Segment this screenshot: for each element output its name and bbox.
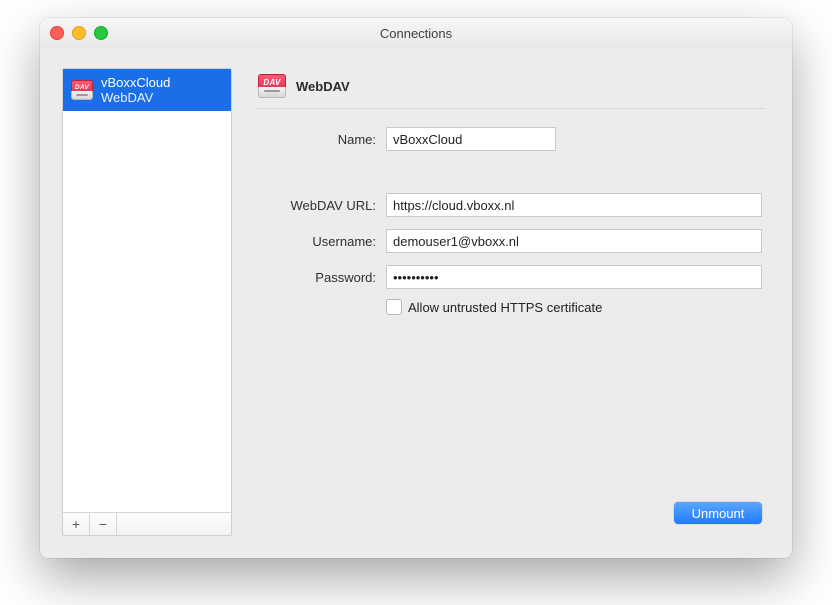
row-password: Password: (260, 265, 762, 289)
webdav-drive-icon: DAV (258, 74, 286, 98)
row-username: Username: (260, 229, 762, 253)
close-icon[interactable] (50, 26, 64, 40)
label-username: Username: (260, 234, 376, 249)
label-password: Password: (260, 270, 376, 285)
connection-subtitle: WebDAV (101, 90, 170, 105)
window-title: Connections (40, 26, 792, 41)
name-field[interactable] (386, 127, 556, 151)
connection-row[interactable]: DAV vBoxxCloud WebDAV (63, 69, 231, 111)
password-field[interactable] (386, 265, 762, 289)
unmount-button[interactable]: Unmount (674, 502, 762, 524)
panel-header: DAV WebDAV (256, 72, 764, 108)
username-field[interactable] (386, 229, 762, 253)
panel-title: WebDAV (296, 79, 350, 94)
remove-connection-button[interactable]: − (90, 513, 117, 535)
label-url: WebDAV URL: (260, 198, 376, 213)
row-url: WebDAV URL: (260, 193, 762, 217)
minimize-icon[interactable] (72, 26, 86, 40)
settings-form: Name: WebDAV URL: Username: Password: (256, 127, 764, 317)
panel-footer: Unmount (256, 317, 764, 530)
add-connection-button[interactable]: + (63, 513, 90, 535)
detail-panel: DAV WebDAV Name: WebDAV URL: Username: (250, 68, 770, 536)
zoom-icon[interactable] (94, 26, 108, 40)
row-allow-untrusted: Allow untrusted HTTPS certificate (386, 299, 762, 315)
window-controls (50, 26, 108, 40)
webdav-drive-icon: DAV (71, 80, 93, 100)
connection-title: vBoxxCloud (101, 75, 170, 90)
connections-window: Connections DAV vBoxxCloud WebDAV + − (40, 18, 792, 558)
titlebar[interactable]: Connections (40, 18, 792, 49)
divider (256, 108, 764, 109)
drive-icon-label: DAV (75, 84, 89, 91)
label-allow-untrusted: Allow untrusted HTTPS certificate (408, 300, 602, 315)
drive-icon-label: DAV (263, 78, 280, 87)
connections-sidebar: DAV vBoxxCloud WebDAV + − (62, 68, 232, 536)
allow-untrusted-checkbox[interactable] (386, 299, 402, 315)
row-name: Name: (260, 127, 762, 151)
label-name: Name: (260, 132, 376, 147)
webdav-url-field[interactable] (386, 193, 762, 217)
connections-list[interactable]: DAV vBoxxCloud WebDAV (62, 68, 232, 512)
connection-row-text: vBoxxCloud WebDAV (101, 75, 170, 105)
window-body: DAV vBoxxCloud WebDAV + − DAV (40, 48, 792, 558)
sidebar-toolbar: + − (62, 512, 232, 536)
